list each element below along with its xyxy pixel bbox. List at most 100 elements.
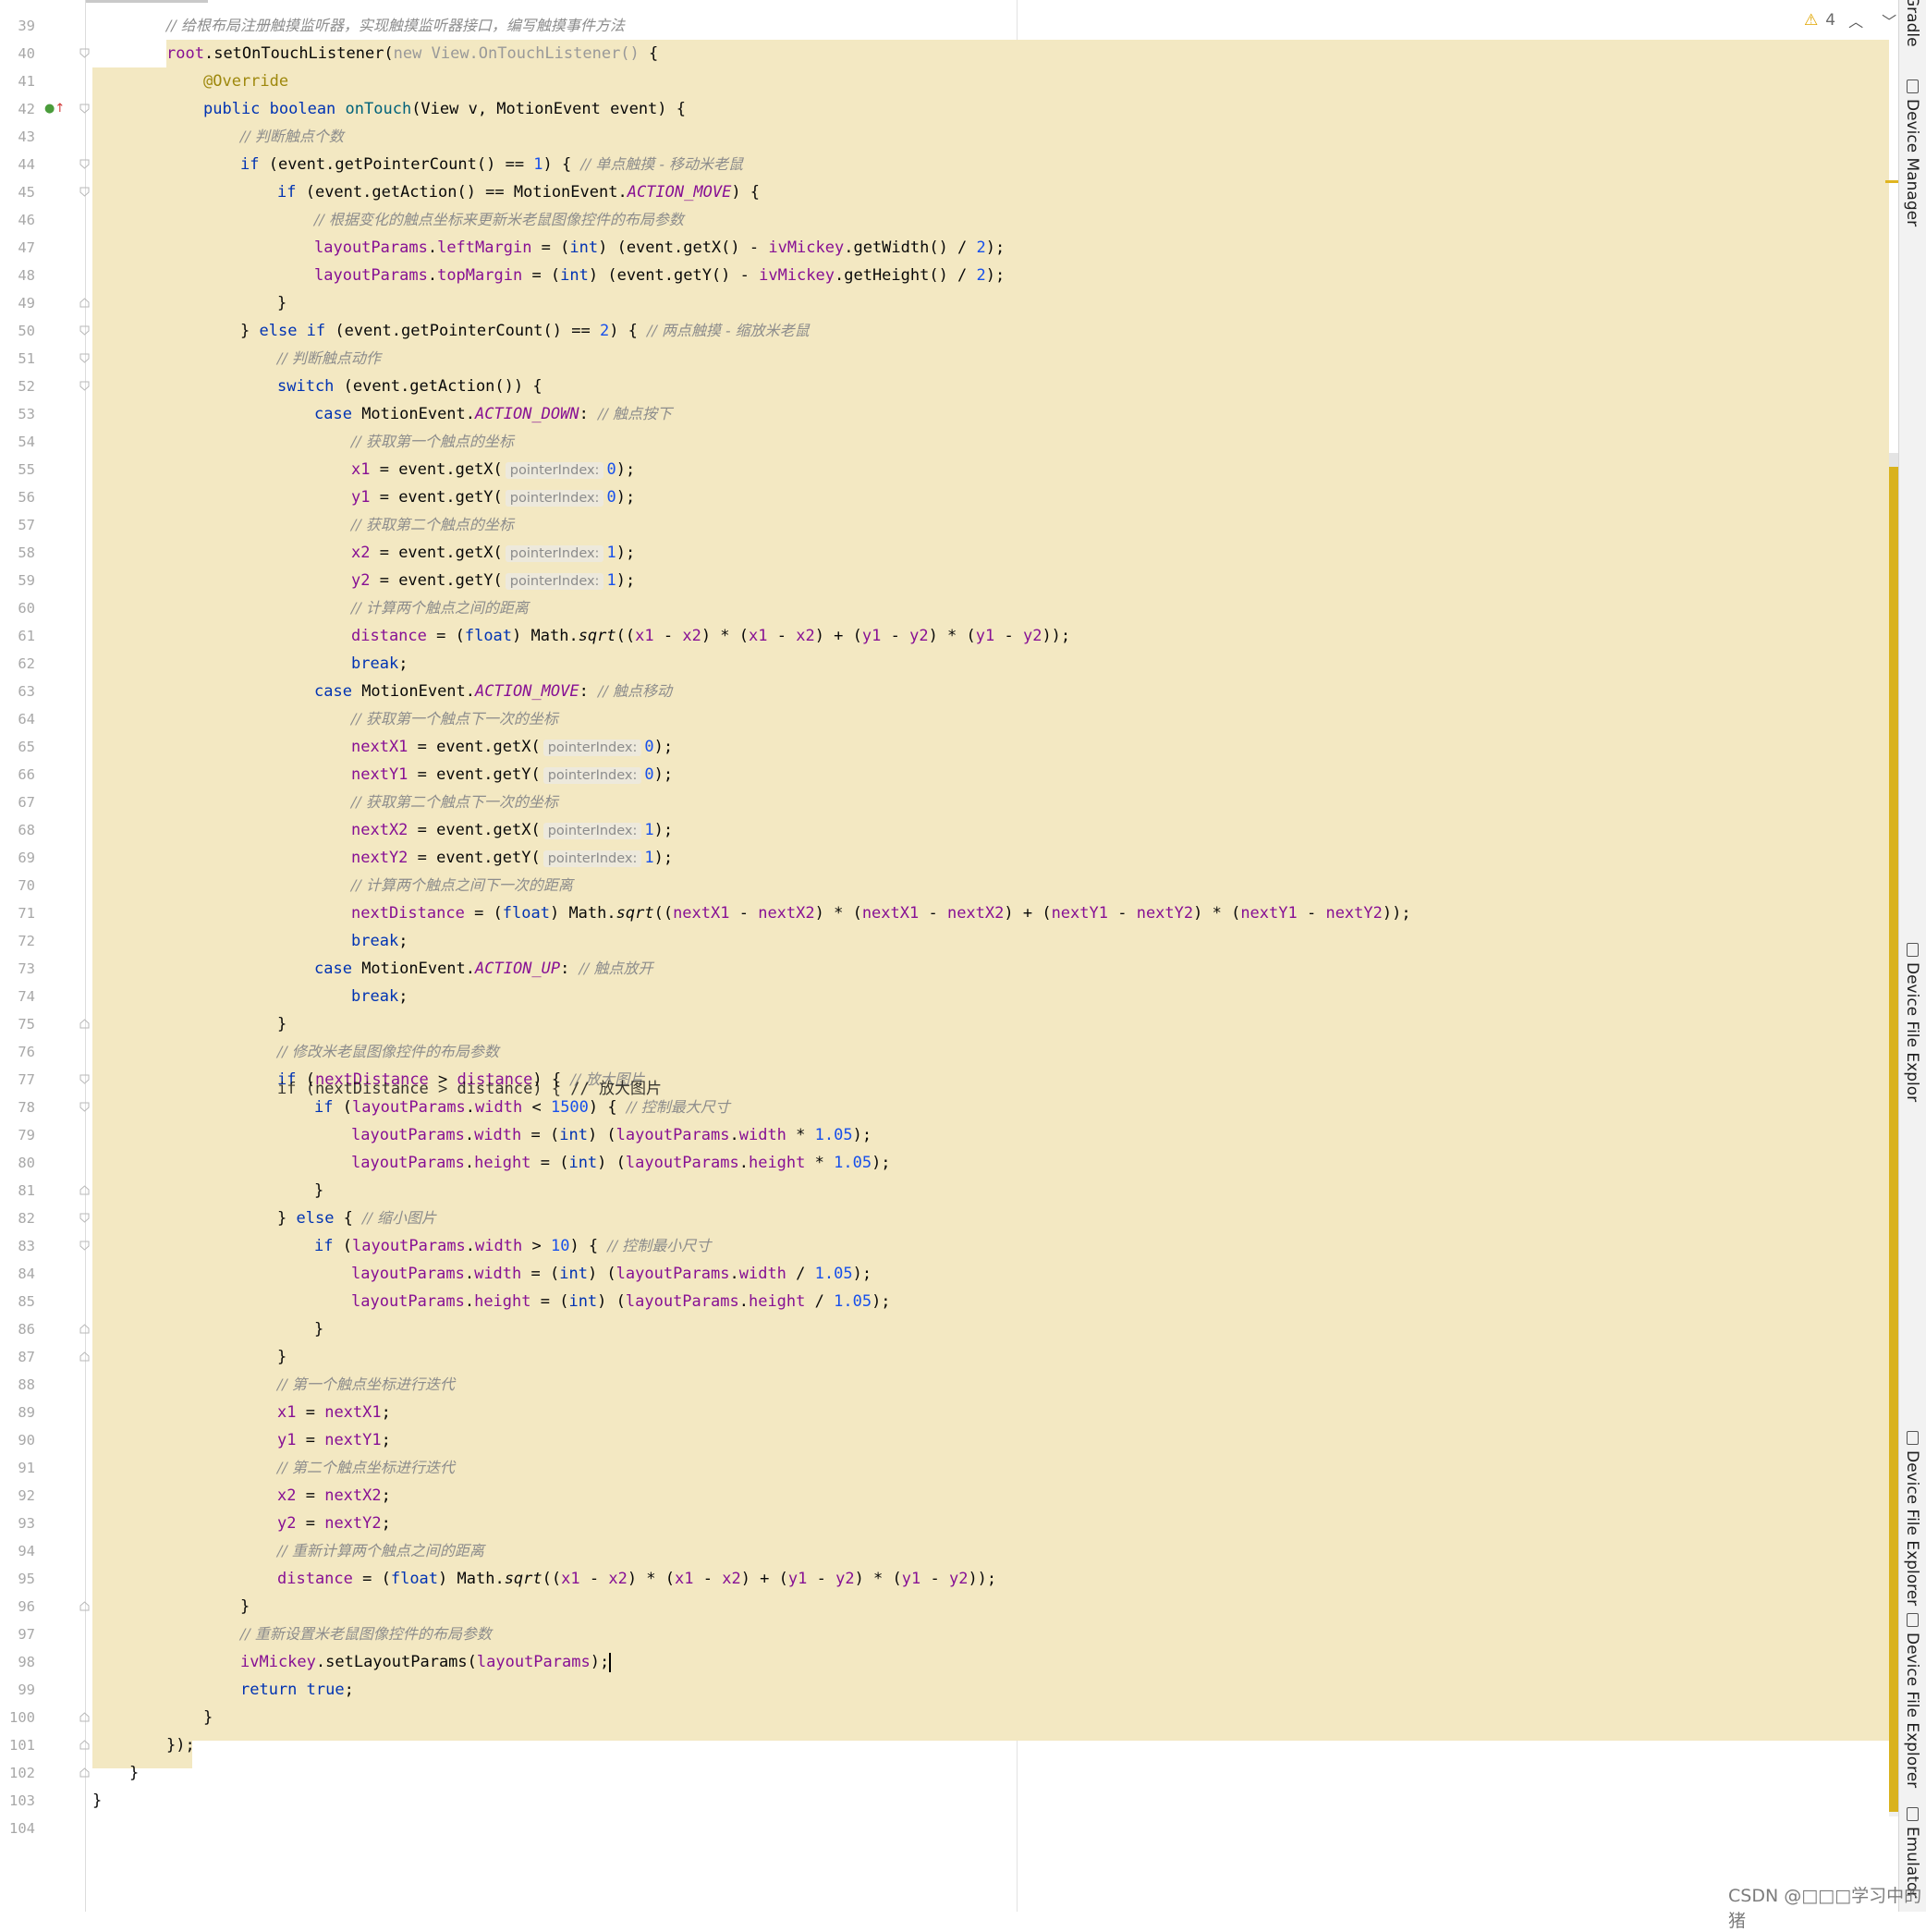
code-line[interactable]: 80 layoutParams.height = (int) (layoutPar… — [0, 1149, 1898, 1177]
code-line[interactable]: 47 layoutParams.leftMargin = (int) (event… — [0, 234, 1898, 262]
code-line[interactable]: 57 // 获取第二个触点的坐标 — [0, 511, 1898, 539]
chevron-up-icon[interactable]: ︿ — [1843, 9, 1869, 31]
fold-open-icon[interactable] — [79, 48, 90, 58]
code-line[interactable]: 52 switch (event.getAction()) { — [0, 373, 1898, 400]
code-line[interactable]: 63 case MotionEvent.ACTION_MOVE: // 触点移动 — [0, 678, 1898, 705]
code-line[interactable]: 74 break; — [0, 983, 1898, 1010]
code-token: else — [296, 1209, 344, 1228]
code-line[interactable]: 88 // 第一个触点坐标进行迭代 — [0, 1371, 1898, 1399]
code-line[interactable]: 91 // 第二个触点坐标进行迭代 — [0, 1454, 1898, 1482]
code-line[interactable]: 68 nextX2 = event.getX(pointerIndex: 1); — [0, 816, 1898, 844]
fold-close-icon[interactable] — [79, 1185, 90, 1195]
tab-device-file-explorer-2[interactable]: Device File Explorer — [1903, 1431, 1921, 1606]
code-line[interactable]: 98 ivMickey.setLayoutParams(layoutParams)… — [0, 1648, 1898, 1676]
code-line[interactable]: 83 if (layoutParams.width > 10) { // 控制最小… — [0, 1232, 1898, 1260]
code-line[interactable]: 67 // 获取第二个触点下一次的坐标 — [0, 789, 1898, 816]
fold-open-icon[interactable] — [79, 1213, 90, 1223]
inspections-widget[interactable]: ⚠ 4 ︿ ﹀ — [1804, 9, 1902, 31]
code-line[interactable]: 71 nextDistance = (float) Math.sqrt((next… — [0, 899, 1898, 927]
code-line[interactable]: 101}); — [0, 1731, 1898, 1759]
code-line[interactable]: 92 x2 = nextX2; — [0, 1482, 1898, 1510]
fold-open-icon[interactable] — [79, 1102, 90, 1112]
code-line[interactable]: 45 if (event.getAction() == MotionEvent.A… — [0, 178, 1898, 206]
fold-open-icon[interactable] — [79, 187, 90, 197]
code-line[interactable]: 64 // 获取第一个触点下一次的坐标 — [0, 705, 1898, 733]
code-line[interactable]: 94 // 重新计算两个触点之间的距离 — [0, 1537, 1898, 1565]
fold-open-icon[interactable] — [79, 325, 90, 336]
code-line[interactable]: 81} — [0, 1177, 1898, 1204]
code-line[interactable]: 70 // 计算两个触点之间下一次的距离 — [0, 872, 1898, 899]
code-line[interactable]: 66 nextY1 = event.getY(pointerIndex: 0); — [0, 761, 1898, 789]
code-line[interactable]: 84 layoutParams.width = (int) (layoutPara… — [0, 1260, 1898, 1288]
code-line[interactable]: 104 — [0, 1815, 1898, 1842]
code-line[interactable]: 85 layoutParams.height = (int) (layoutPar… — [0, 1288, 1898, 1315]
code-line[interactable]: 102} — [0, 1759, 1898, 1787]
code-line[interactable]: 69 nextY2 = event.getY(pointerIndex: 1); — [0, 844, 1898, 872]
code-line[interactable]: 54 // 获取第一个触点的坐标 — [0, 428, 1898, 456]
code-line[interactable]: 56 y1 = event.getY(pointerIndex: 0); — [0, 483, 1898, 511]
code-line[interactable]: 90 y1 = nextY1; — [0, 1426, 1898, 1454]
code-line[interactable]: 97 // 重新设置米老鼠图像控件的布局参数 — [0, 1620, 1898, 1648]
fold-close-icon[interactable] — [79, 1019, 90, 1029]
code-line[interactable]: 43 // 判断触点个数 — [0, 123, 1898, 151]
fold-open-icon[interactable] — [79, 353, 90, 363]
code-line[interactable]: 39 // 给根布局注册触摸监听器，实现触摸监听器接口，编写触摸事件方法 — [0, 12, 1898, 40]
fold-open-icon[interactable] — [79, 381, 90, 391]
fold-close-icon[interactable] — [79, 1324, 90, 1334]
fold-open-icon[interactable] — [79, 104, 90, 114]
fold-close-icon[interactable] — [79, 1601, 90, 1611]
code-line[interactable]: 73 case MotionEvent.ACTION_UP: // 触点放开 — [0, 955, 1898, 983]
code-token: ); — [616, 544, 636, 562]
code-line[interactable]: 49} — [0, 289, 1898, 317]
code-line[interactable]: 82} else { // 缩小图片 — [0, 1204, 1898, 1232]
fold-open-icon[interactable] — [79, 1241, 90, 1251]
code-line[interactable]: 103} — [0, 1787, 1898, 1815]
code-line[interactable]: 89 x1 = nextX1; — [0, 1399, 1898, 1426]
tab-device-manager[interactable]: Device Manager — [1903, 79, 1921, 226]
code-line[interactable]: 96} — [0, 1593, 1898, 1620]
fold-open-icon[interactable] — [79, 159, 90, 169]
code-line[interactable]: 79 layoutParams.width = (int) (layoutPara… — [0, 1121, 1898, 1149]
code-line[interactable]: 87} — [0, 1343, 1898, 1371]
fold-open-icon[interactable] — [79, 1074, 90, 1084]
code-line[interactable]: 76 // 修改米老鼠图像控件的布局参数 — [0, 1038, 1898, 1066]
tab-gradle[interactable]: Gradle — [1903, 0, 1921, 47]
code-editor[interactable]: 39// 给根布局注册触摸监听器，实现触摸监听器接口，编写触摸事件方法 40 roo… — [0, 0, 1904, 1912]
code-line[interactable]: 41 @Override — [0, 67, 1898, 95]
fold-close-icon[interactable] — [79, 298, 90, 308]
code-line[interactable]: 100} — [0, 1704, 1898, 1731]
code-line[interactable]: 59 y2 = event.getY(pointerIndex: 1); — [0, 567, 1898, 594]
code-line[interactable]: 46 // 根据变化的触点坐标来更新米老鼠图像控件的布局参数 — [0, 206, 1898, 234]
code-line[interactable]: 42 public boolean onTouch(View v, MotionE… — [0, 95, 1898, 123]
fold-close-icon[interactable] — [79, 1767, 90, 1778]
code-line[interactable]: 60 // 计算两个触点之间的距离 — [0, 594, 1898, 622]
code-line[interactable]: 75} — [0, 1010, 1898, 1038]
code-line[interactable]: 40 root.setOnTouchListener(new View.OnTou… — [0, 40, 1898, 67]
code-line[interactable]: 65 nextX1 = event.getX(pointerIndex: 0); — [0, 733, 1898, 761]
code-lines[interactable]: 39// 给根布局注册触摸监听器，实现触摸监听器接口，编写触摸事件方法 40 roo… — [0, 12, 1898, 1842]
code-token: = — [296, 1514, 325, 1533]
code-line[interactable]: 93 y2 = nextY2; — [0, 1510, 1898, 1537]
code-line[interactable]: 48 layoutParams.topMargin = (int) (event.… — [0, 262, 1898, 289]
tab-device-file-explorer-3[interactable]: Device File Explorer — [1903, 1613, 1921, 1788]
code-line[interactable]: 55 x1 = event.getX(pointerIndex: 0); — [0, 456, 1898, 483]
code-line[interactable]: 72 break; — [0, 927, 1898, 955]
code-line[interactable]: 95 distance = (float) Math.sqrt((x1 - x2)… — [0, 1565, 1898, 1593]
code-token: float — [464, 627, 513, 645]
fold-close-icon[interactable] — [79, 1351, 90, 1362]
line-number: 96 — [18, 1598, 35, 1615]
code-line[interactable]: 61 distance = (float) Math.sqrt((x1 - x2)… — [0, 622, 1898, 650]
code-line[interactable]: 51 // 判断触点动作 — [0, 345, 1898, 373]
fold-close-icon[interactable] — [79, 1740, 90, 1750]
code-line[interactable]: 53 case MotionEvent.ACTION_DOWN: // 触点按下 — [0, 400, 1898, 428]
fold-close-icon[interactable] — [79, 1712, 90, 1722]
code-line[interactable]: 50} else if (event.getPointerCount() == … — [0, 317, 1898, 345]
code-line[interactable]: 86} — [0, 1315, 1898, 1343]
code-line[interactable]: 99 return true; — [0, 1676, 1898, 1704]
tab-device-file-explorer-1[interactable]: Device File Explor — [1903, 943, 1921, 1102]
code-line[interactable]: 58 x2 = event.getX(pointerIndex: 1); — [0, 539, 1898, 567]
code-line[interactable]: 62 break; — [0, 650, 1898, 678]
code-token: ) (event.getX() - — [598, 238, 769, 257]
code-line[interactable]: 44 if (event.getPointerCount() == 1) { //… — [0, 151, 1898, 178]
override-method-icon[interactable]: ●↑ — [44, 102, 65, 116]
